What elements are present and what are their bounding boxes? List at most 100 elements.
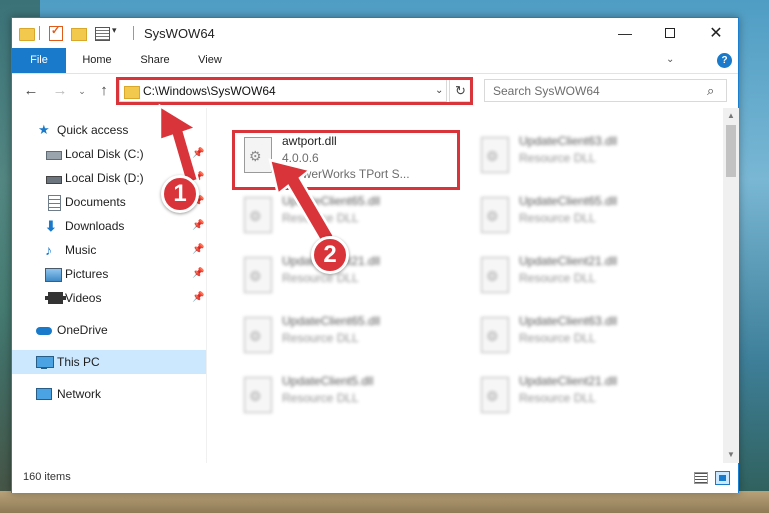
close-button[interactable]: ✕ xyxy=(693,18,739,48)
star-icon: ★ xyxy=(38,122,50,137)
search-box[interactable]: Search SysWOW64 ⌕ xyxy=(484,79,727,102)
pictures-icon xyxy=(45,267,62,282)
minimize-button[interactable]: — xyxy=(602,18,648,48)
dll-file-icon xyxy=(240,317,274,357)
sidebar-item-local-disk-c[interactable]: Local Disk (C:) 📌 xyxy=(12,142,206,166)
recent-locations-button[interactable]: ⌄ xyxy=(72,81,92,101)
item-count: 160 items xyxy=(23,471,71,483)
file-item[interactable]: UpdateClient65.dll Resource DLL xyxy=(234,312,454,364)
sidebar-item-pictures[interactable]: Pictures 📌 xyxy=(12,262,206,286)
scroll-up-icon[interactable]: ▲ xyxy=(727,111,735,120)
sidebar-item-videos[interactable]: Videos 📌 xyxy=(12,286,206,310)
pin-icon[interactable]: 📌 xyxy=(192,214,204,238)
file-description: Resource DLL xyxy=(282,211,359,225)
new-folder-icon[interactable] xyxy=(70,25,87,41)
properties-check-icon[interactable] xyxy=(48,24,64,41)
file-description: Resource DLL xyxy=(519,151,596,165)
maximize-button[interactable] xyxy=(647,18,693,48)
large-icons-view-icon[interactable] xyxy=(715,471,730,485)
sidebar-item-onedrive[interactable]: OneDrive xyxy=(12,318,206,342)
file-list: awtport.dll 4.0.0.6 AnswerWorks TPort S.… xyxy=(208,108,723,463)
forward-button[interactable]: → xyxy=(50,81,70,101)
tab-home[interactable]: Home xyxy=(72,48,122,73)
sidebar-item-downloads[interactable]: ⬇ Downloads 📌 xyxy=(12,214,206,238)
file-name: UpdateClient65.dll xyxy=(282,314,381,328)
back-button[interactable]: ← xyxy=(21,81,41,101)
pin-icon[interactable]: 📌 xyxy=(192,142,204,166)
dll-file-icon xyxy=(477,137,511,177)
tab-view[interactable]: View xyxy=(188,48,232,73)
divider xyxy=(133,26,134,40)
file-highlight-box xyxy=(232,130,460,190)
download-icon: ⬇ xyxy=(45,218,57,234)
maximize-icon xyxy=(665,28,675,38)
file-item[interactable]: UpdateClient63.dll Resource DLL xyxy=(471,312,691,364)
file-description: Resource DLL xyxy=(519,271,596,285)
file-item[interactable]: UpdateClient21.dll Resource DLL xyxy=(471,252,691,304)
dll-file-icon xyxy=(240,197,274,237)
details-view-icon[interactable] xyxy=(694,472,708,484)
dll-file-icon xyxy=(477,197,511,237)
videos-icon xyxy=(45,291,66,305)
sidebar-item-label: Downloads xyxy=(65,219,125,233)
navigation-pane: ★ Quick access Local Disk (C:) 📌 Local D… xyxy=(12,108,206,463)
pin-icon[interactable]: 📌 xyxy=(192,262,204,286)
window-title: SysWOW64 xyxy=(144,26,215,41)
tab-file[interactable]: File xyxy=(12,48,66,73)
file-description: Resource DLL xyxy=(282,391,359,405)
drive-icon xyxy=(45,147,62,161)
quick-access-dropdown-icon[interactable]: ▾ xyxy=(112,25,117,36)
navigation-bar: ← → ⌄ ↑ C:\Windows\SysWOW64 ⌄ ↻ Search S… xyxy=(12,74,738,108)
pane-divider[interactable] xyxy=(206,108,207,463)
tab-share[interactable]: Share xyxy=(130,48,180,73)
file-description: Resource DLL xyxy=(282,271,359,285)
music-icon: ♪ xyxy=(45,242,52,258)
search-input[interactable]: Search SysWOW64 xyxy=(493,84,600,98)
file-item[interactable]: UpdateClient65.dll Resource DLL xyxy=(234,192,454,244)
dll-file-icon xyxy=(240,257,274,297)
file-item[interactable]: UpdateClient63.dll Resource DLL xyxy=(471,132,691,184)
sidebar-item-label: Quick access xyxy=(57,123,129,137)
documents-icon xyxy=(45,195,61,211)
file-description: Resource DLL xyxy=(519,331,596,345)
file-explorer-window: ▾ SysWOW64 — ✕ File Home Share View ⌄ ? … xyxy=(11,17,739,493)
up-button[interactable]: ↑ xyxy=(94,81,114,101)
help-icon[interactable]: ? xyxy=(717,53,732,68)
address-highlight-box xyxy=(116,77,473,105)
network-icon xyxy=(36,387,52,401)
vertical-scrollbar[interactable]: ▲ ▼ xyxy=(723,108,739,463)
step-badge-2: 2 xyxy=(311,236,349,274)
sidebar-item-label: OneDrive xyxy=(57,323,108,337)
file-name: UpdateClient21.dll xyxy=(519,254,618,268)
expand-ribbon-icon[interactable]: ⌄ xyxy=(666,54,674,65)
dll-file-icon xyxy=(477,377,511,417)
divider xyxy=(39,26,40,40)
file-name: UpdateClient65.dll xyxy=(282,194,381,208)
folder-icon[interactable] xyxy=(18,25,35,41)
drive-icon xyxy=(45,171,62,185)
file-name: UpdateClient21.dll xyxy=(519,374,618,388)
file-item[interactable]: UpdateClient65.dll Resource DLL xyxy=(471,192,691,244)
sidebar-item-label: Local Disk (D:) xyxy=(65,171,144,185)
sidebar-item-label: Local Disk (C:) xyxy=(65,147,144,161)
dll-file-icon xyxy=(477,257,511,297)
sidebar-item-quick-access[interactable]: ★ Quick access xyxy=(12,118,206,142)
file-item[interactable]: UpdateClient21.dll Resource DLL xyxy=(471,372,691,424)
properties-icon[interactable] xyxy=(94,25,110,41)
file-name: UpdateClient63.dll xyxy=(519,314,618,328)
dll-file-icon xyxy=(240,377,274,417)
scrollbar-thumb[interactable] xyxy=(726,125,736,177)
sidebar-item-music[interactable]: ♪ Music 📌 xyxy=(12,238,206,262)
sidebar-item-network[interactable]: Network xyxy=(12,382,206,406)
file-name: UpdateClient5.dll xyxy=(282,374,374,388)
pin-icon[interactable]: 📌 xyxy=(192,238,204,262)
file-item[interactable]: UpdateClient5.dll Resource DLL xyxy=(234,372,454,424)
dll-file-icon xyxy=(477,317,511,357)
search-icon[interactable]: ⌕ xyxy=(707,83,714,99)
sidebar-item-label: Pictures xyxy=(65,267,109,281)
sidebar-item-this-pc[interactable]: This PC xyxy=(12,350,206,374)
pin-icon[interactable]: 📌 xyxy=(192,286,204,310)
sidebar-item-label: This PC xyxy=(57,355,100,369)
cloud-icon xyxy=(36,323,52,337)
scroll-down-icon[interactable]: ▼ xyxy=(727,450,735,459)
